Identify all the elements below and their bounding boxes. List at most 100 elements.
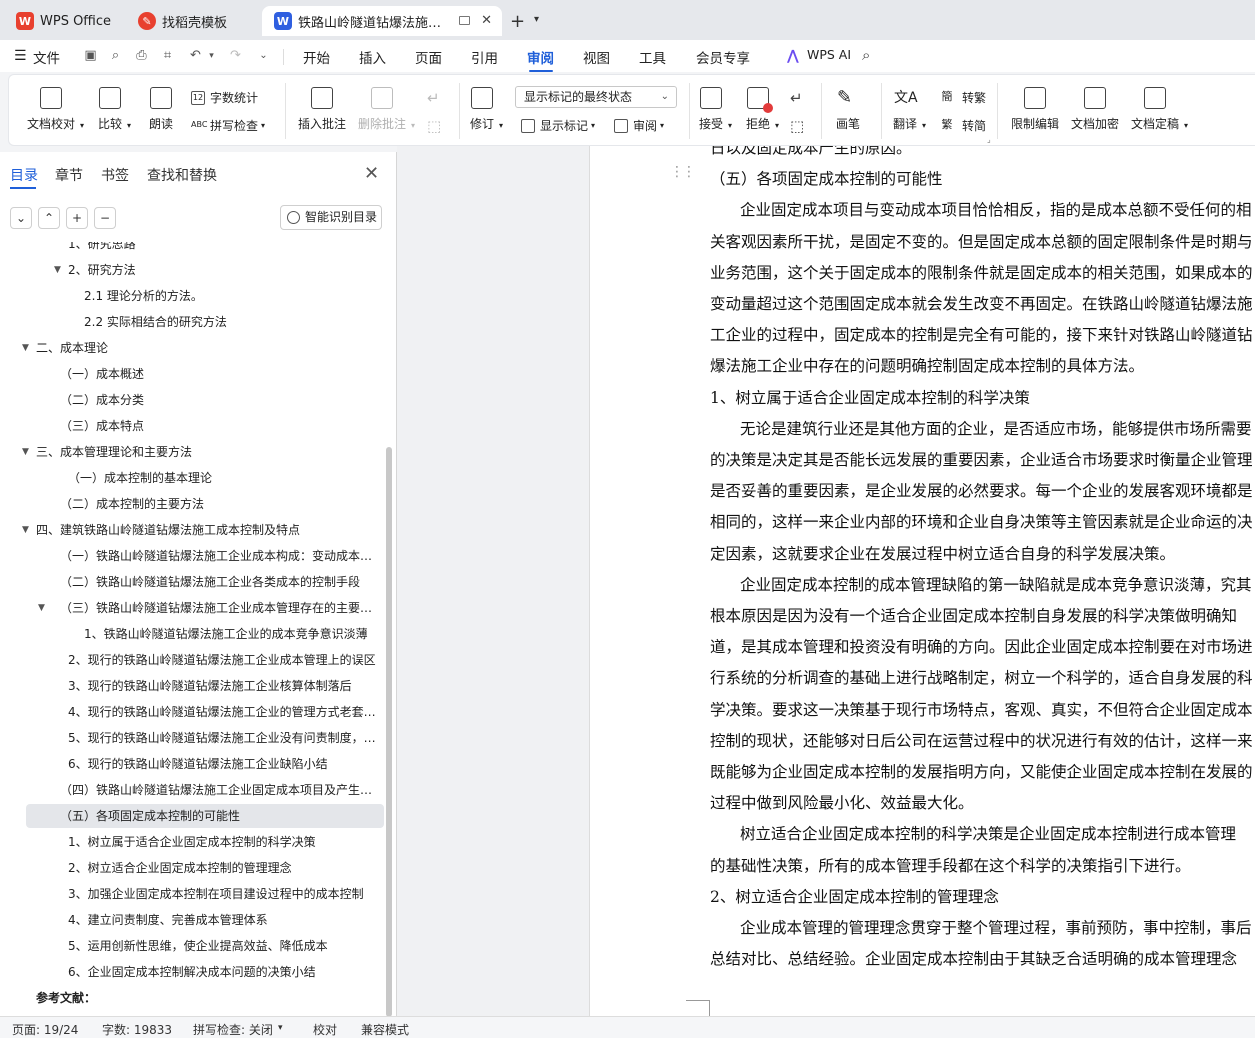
tab-list-dropdown-icon[interactable]: ▾ xyxy=(534,14,539,25)
menu-page[interactable]: 页面 xyxy=(415,47,442,67)
tab-wps-office[interactable]: W WPS Office xyxy=(4,6,120,36)
word-count-button[interactable]: 12 字数统计 xyxy=(191,89,258,106)
toc-item[interactable]: 四、建筑铁路山岭隧道钻爆法施工成本控制及特点 xyxy=(36,518,378,542)
track-changes-button[interactable]: 修订 ▾ xyxy=(470,87,503,132)
toc-item[interactable]: （四）铁路山岭隧道钻爆法施工企业固定成本项目及产生的原因 xyxy=(60,778,378,802)
next-comment-icon[interactable]: ⬚ xyxy=(427,117,441,135)
toc-item[interactable]: 2、现行的铁路山岭隧道钻爆法施工企业成本管理上的误区 xyxy=(68,648,378,672)
toc-item[interactable]: 2.1 理论分析的方法。 xyxy=(84,284,378,308)
to-simplified-button[interactable]: 繁 转简 xyxy=(937,117,987,134)
toc-item[interactable]: （五）各项固定成本控制的可能性 xyxy=(26,804,384,828)
document-page[interactable]: ⋮⋮ 日以及固定成本产生的原因。 （五）各项固定成本控制的可能性 企业固定成本项目与… xyxy=(589,146,1255,1016)
toc-item[interactable]: （二）铁路山岭隧道钻爆法施工企业各类成本的控制手段 xyxy=(60,570,378,594)
toc-item[interactable]: （一）成本概述 xyxy=(60,362,378,386)
encrypt-button[interactable]: 文档加密 xyxy=(1071,87,1119,132)
reject-button[interactable]: 拒绝 ▾ xyxy=(746,87,779,132)
format-painter-icon[interactable]: ⌕ xyxy=(108,49,123,63)
toc-item[interactable]: 4、现行的铁路山岭隧道钻爆法施工企业的管理方式老套落后 xyxy=(68,700,378,724)
undo-icon[interactable]: ↶ xyxy=(188,49,203,63)
menu-file[interactable]: 文件 xyxy=(33,47,60,67)
toc-expand-icon[interactable]: ▼ xyxy=(54,258,61,282)
hamburger-icon[interactable]: ☰ xyxy=(14,48,27,64)
menu-view[interactable]: 视图 xyxy=(583,47,610,67)
drag-handle-icon[interactable]: ⋮⋮ xyxy=(670,165,696,179)
remove-heading-button[interactable]: − xyxy=(94,207,116,229)
search-icon[interactable]: ⌕ xyxy=(862,46,870,64)
toc-expand-icon[interactable]: ▼ xyxy=(22,518,29,542)
toc-item[interactable]: 三、成本管理理论和主要方法 xyxy=(36,440,378,464)
compare-button[interactable]: 比较 ▾ xyxy=(98,87,131,132)
next-change-icon[interactable]: ⬚ xyxy=(790,117,804,135)
menu-start[interactable]: 开始 xyxy=(303,47,330,67)
save-icon[interactable]: ▣ xyxy=(83,49,98,63)
print-preview-icon[interactable]: ⌗ xyxy=(160,49,175,63)
insert-comment-button[interactable]: 插入批注 xyxy=(298,87,346,132)
nav-scrollbar[interactable] xyxy=(386,447,392,1017)
review-pane-button[interactable]: 审阅 ▾ xyxy=(614,117,664,134)
new-tab-button[interactable]: + xyxy=(510,11,525,32)
nav-tab-toc[interactable]: 目录 xyxy=(10,165,38,185)
toc-item[interactable]: 2.2 实际相结合的研究方法 xyxy=(84,310,378,334)
toc-item[interactable]: 1、研究思路 xyxy=(68,242,378,256)
toc-item[interactable]: （三）成本特点 xyxy=(60,414,378,438)
toc-item[interactable]: 1、树立属于适合企业固定成本控制的科学决策 xyxy=(68,830,378,854)
markup-state-select[interactable]: 显示标记的最终状态 ⌄ xyxy=(515,86,677,108)
restrict-edit-button[interactable]: 限制编辑 xyxy=(1011,87,1059,132)
toc-expand-icon[interactable]: ▼ xyxy=(22,440,29,464)
toc-item[interactable]: 6、现行的铁路山岭隧道钻爆法施工企业缺陷小结 xyxy=(68,752,378,776)
toc-item[interactable]: （三）铁路山岭隧道钻爆法施工企业成本管理存在的主要问题 xyxy=(60,596,378,620)
screen-monitor-icon[interactable] xyxy=(459,16,470,25)
tab-daoke-template[interactable]: ✎ 找稻壳模板 xyxy=(126,6,258,36)
ribbon-group-expand-icon[interactable]: ⌟ xyxy=(987,135,991,144)
toc-item[interactable]: 二、成本理论 xyxy=(36,336,378,360)
add-heading-button[interactable]: + xyxy=(66,207,88,229)
toc-expand-icon[interactable]: ▼ xyxy=(38,596,45,620)
redo-icon[interactable]: ↷ xyxy=(228,49,243,63)
smart-toc-button[interactable]: 智能识别目录 xyxy=(280,205,382,230)
menu-member[interactable]: 会员专享 xyxy=(696,47,750,67)
proofread-status[interactable]: 校对 xyxy=(313,1021,337,1038)
toc-item[interactable]: 4、建立问责制度、完善成本管理体系 xyxy=(68,908,378,932)
toc-item[interactable]: （二）成本控制的主要方法 xyxy=(60,492,378,516)
show-markup-button[interactable]: 显示标记 ▾ xyxy=(521,117,595,134)
finalize-button[interactable]: 文档定稿 ▾ xyxy=(1131,87,1188,132)
collapse-all-button[interactable]: ⌄ xyxy=(10,207,32,229)
toc-item[interactable]: （二）成本分类 xyxy=(60,388,378,412)
nav-tab-find-replace[interactable]: 查找和替换 xyxy=(147,165,217,185)
menu-tools[interactable]: 工具 xyxy=(639,47,666,67)
to-traditional-button[interactable]: 簡 转繁 xyxy=(937,89,987,106)
toc-expand-icon[interactable]: ▼ xyxy=(22,336,29,360)
expand-up-button[interactable]: ⌃ xyxy=(38,207,60,229)
spell-check-status[interactable]: 拼写检查: 关闭 xyxy=(193,1021,273,1038)
delete-comment-button[interactable]: 删除批注 ▾ xyxy=(358,87,415,132)
tab-document[interactable]: W 铁路山岭隧道钻爆法施工成本控制 ✕ xyxy=(262,6,502,36)
quick-access-more-icon[interactable]: ⌄ xyxy=(256,49,271,63)
nav-tab-sections[interactable]: 章节 xyxy=(55,165,83,185)
menu-references[interactable]: 引用 xyxy=(471,47,498,67)
toc-item[interactable]: （一）成本控制的基本理论 xyxy=(68,466,378,490)
toc-item[interactable]: 5、现行的铁路山岭隧道钻爆法施工企业没有问责制度，责任不明确 xyxy=(68,726,378,750)
toc-item[interactable]: 2、树立适合企业固定成本控制的管理理念 xyxy=(68,856,378,880)
toc-item[interactable]: 5、运用创新性思维，使企业提高效益、降低成本 xyxy=(68,934,378,958)
toc-item[interactable]: （一）铁路山岭隧道钻爆法施工企业成本构成：变动成本项目和固定成本项目 xyxy=(60,544,378,568)
menu-insert[interactable]: 插入 xyxy=(359,47,386,67)
doc-check-button[interactable]: 文档校对 ▾ xyxy=(27,87,84,132)
undo-dropdown-icon[interactable]: ▾ xyxy=(204,49,219,63)
translate-button[interactable]: 文A 翻译 ▾ xyxy=(893,87,926,132)
toc-item[interactable]: 6、企业固定成本控制解决成本问题的决策小结 xyxy=(68,960,378,984)
spell-check-button[interactable]: ABC 拼写检查 ▾ xyxy=(191,117,265,134)
print-icon[interactable]: ⎙ xyxy=(134,49,149,63)
previous-comment-icon[interactable]: ↵ xyxy=(427,89,440,107)
toc-item[interactable]: 2、研究方法 xyxy=(68,258,378,282)
accept-button[interactable]: 接受 ▾ xyxy=(699,87,732,132)
menu-review[interactable]: 审阅 xyxy=(527,47,554,67)
close-icon[interactable]: ✕ xyxy=(364,163,379,184)
nav-tab-bookmarks[interactable]: 书签 xyxy=(101,165,129,185)
word-count-status[interactable]: 字数: 19833 xyxy=(102,1021,172,1038)
toc-item[interactable]: 3、加强企业固定成本控制在项目建设过程中的成本控制 xyxy=(68,882,378,906)
toc-item[interactable]: 参考文献： xyxy=(36,986,378,1010)
pen-button[interactable]: ✎ 画笔 xyxy=(836,87,860,132)
toc-item[interactable]: 3、现行的铁路山岭隧道钻爆法施工企业核算体制落后 xyxy=(68,674,378,698)
toc-item[interactable]: 1、铁路山岭隧道钻爆法施工企业的成本竞争意识淡薄 xyxy=(84,622,378,646)
spell-dropdown-icon[interactable]: ▾ xyxy=(278,1023,283,1033)
